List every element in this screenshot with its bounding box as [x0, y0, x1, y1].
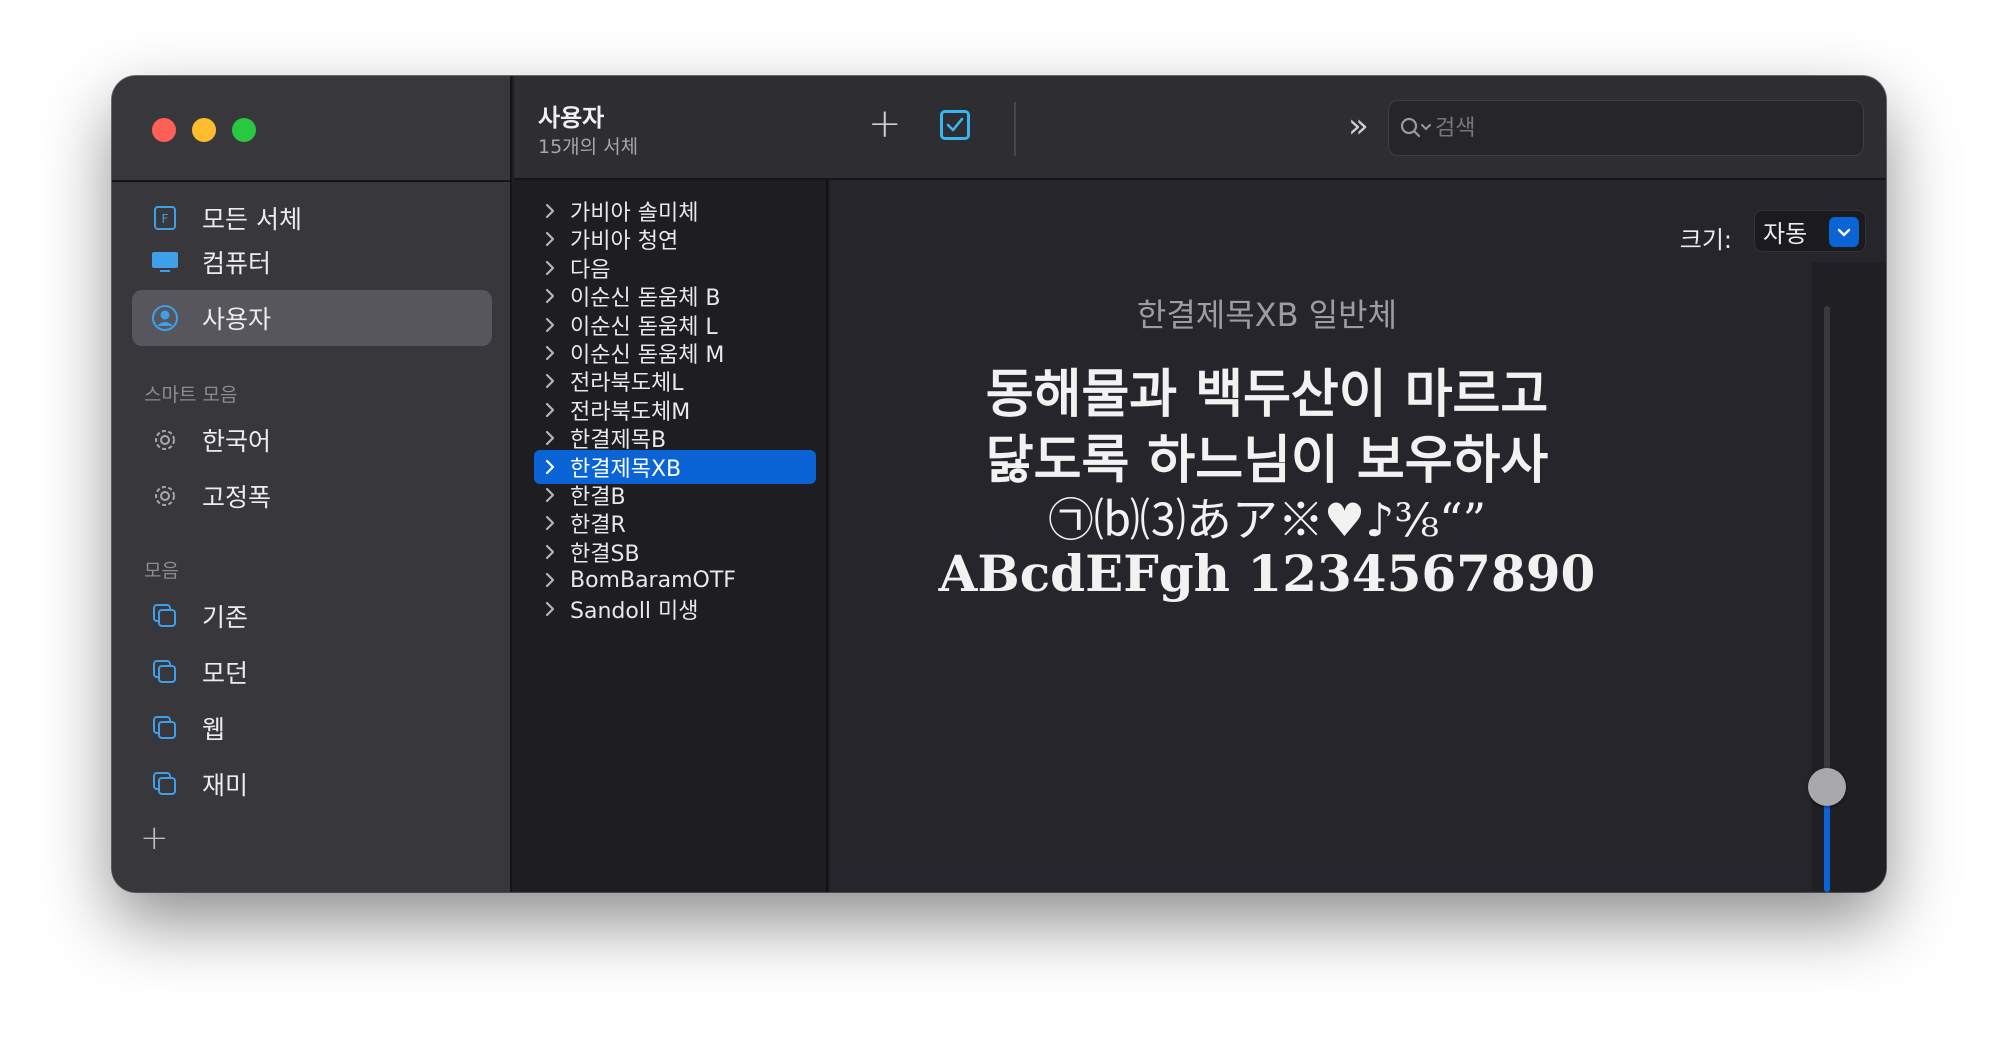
sidebar-item-web[interactable]: 웹 — [132, 700, 492, 756]
collection-icon — [150, 601, 180, 631]
font-list[interactable]: 가비아 솔미체 가비아 청연 다음 이순신 돋움체 B 이순신 돋움체 L 이순신 돋움체… — [514, 180, 828, 892]
font-list-item-label: Sandoll 미생 — [570, 598, 699, 624]
zoom-button[interactable] — [232, 118, 256, 142]
sidebar-divider — [112, 180, 510, 182]
preview-font-name: 한결제목XB 일반체 — [1136, 296, 1398, 334]
font-count: 15개의 서체 — [538, 136, 639, 158]
sample-latin-line: ABcdEFgh 1234567890 — [938, 544, 1596, 603]
sidebar-item-label: 모든 서체 — [202, 205, 302, 234]
chevron-right-icon[interactable] — [544, 345, 564, 361]
sidebar-item-label: 기존 — [202, 603, 249, 632]
chevron-down-icon — [1829, 217, 1859, 247]
size-value: 자동 — [1763, 219, 1808, 248]
sidebar-item-label: 고정폭 — [202, 483, 272, 512]
computer-icon — [150, 247, 180, 277]
chevron-right-icon[interactable] — [544, 459, 564, 475]
collection-icon — [150, 657, 180, 687]
window-controls — [152, 118, 256, 142]
minimize-button[interactable] — [192, 118, 216, 142]
collection-icon — [150, 769, 180, 799]
chevron-right-icon[interactable] — [544, 260, 564, 276]
section-title-collections: 모음 — [144, 560, 179, 582]
sidebar-item-monospace[interactable]: 고정폭 — [132, 468, 492, 524]
size-slider-knob[interactable] — [1808, 767, 1846, 806]
search-input[interactable] — [1435, 101, 1863, 155]
sidebar-item-label: 웹 — [202, 715, 226, 744]
section-title-smart: 스마트 모음 — [144, 384, 238, 406]
sidebar-item-label: 사용자 — [202, 305, 272, 334]
chevron-right-icon[interactable] — [544, 601, 564, 617]
sample-symbols-line: ㉠⒝⑶あア※♥♪⅜“” — [1047, 493, 1487, 547]
font-list-item[interactable]: Sandoll 미생 — [534, 592, 816, 626]
page-title: 사용자 — [538, 104, 605, 132]
gear-icon — [150, 425, 180, 455]
close-button[interactable] — [152, 118, 176, 142]
chevron-right-icon[interactable] — [544, 572, 564, 588]
sidebar-item-computer[interactable]: 컴퓨터 — [132, 234, 492, 290]
sidebar: F 모든 서체 컴퓨터 사용자 스마트 모음 한국어 고정폭 모음 기존 모던 … — [112, 76, 512, 892]
font-book-icon: F — [150, 203, 180, 233]
search-field[interactable] — [1388, 100, 1864, 156]
sample-text-line: 동해물과 백두산이 마르고 — [985, 364, 1549, 425]
chevron-right-icon[interactable] — [544, 544, 564, 560]
sidebar-item-korean[interactable]: 한국어 — [132, 412, 492, 468]
more-toolbar-items-button[interactable]: » — [1348, 104, 1369, 148]
sidebar-item-user[interactable]: 사용자 — [132, 290, 492, 346]
chevron-right-icon[interactable] — [544, 402, 564, 418]
size-select[interactable]: 자동 — [1754, 210, 1866, 252]
chevron-right-icon[interactable] — [544, 317, 564, 333]
user-icon — [150, 303, 180, 333]
chevron-right-icon[interactable] — [544, 430, 564, 446]
sidebar-item-label: 한국어 — [202, 427, 272, 456]
svg-text:F: F — [162, 212, 169, 226]
sidebar-item-label: 컴퓨터 — [202, 249, 272, 278]
sample-text-line: 닳도록 하느님이 보우하사 — [985, 430, 1549, 491]
add-font-button[interactable]: + — [868, 102, 902, 146]
chevron-right-icon[interactable] — [544, 487, 564, 503]
chevron-right-icon[interactable] — [544, 373, 564, 389]
sidebar-item-label: 모던 — [202, 659, 249, 688]
chevron-right-icon[interactable] — [544, 288, 564, 304]
chevron-right-icon[interactable] — [544, 203, 564, 219]
font-list-item-label: BomBaramOTF — [570, 567, 736, 593]
chevron-right-icon[interactable] — [544, 231, 564, 247]
search-icon — [1399, 113, 1435, 143]
checkmark-icon — [946, 117, 964, 132]
gear-icon — [150, 481, 180, 511]
toolbar: 사용자 15개의 서체 + » — [514, 76, 1886, 180]
font-book-window: F 모든 서체 컴퓨터 사용자 스마트 모음 한국어 고정폭 모음 기존 모던 … — [112, 76, 1886, 892]
chevron-right-icon[interactable] — [544, 515, 564, 531]
preview-pane: 크기: 자동 한결제목XB 일반체 동해물과 백두산이 마르고 닳도록 하느님이… — [830, 180, 1886, 892]
sidebar-item-fun[interactable]: 재미 — [132, 756, 492, 812]
sidebar-item-label: 재미 — [202, 771, 249, 800]
validate-fonts-button[interactable] — [940, 110, 970, 140]
add-collection-button[interactable]: + — [140, 818, 169, 858]
sidebar-item-modern[interactable]: 모던 — [132, 644, 492, 700]
collection-icon — [150, 713, 180, 743]
sidebar-item-classic[interactable]: 기존 — [132, 588, 492, 644]
toolbar-separator — [1014, 102, 1016, 156]
size-label: 크기: — [1679, 226, 1732, 254]
